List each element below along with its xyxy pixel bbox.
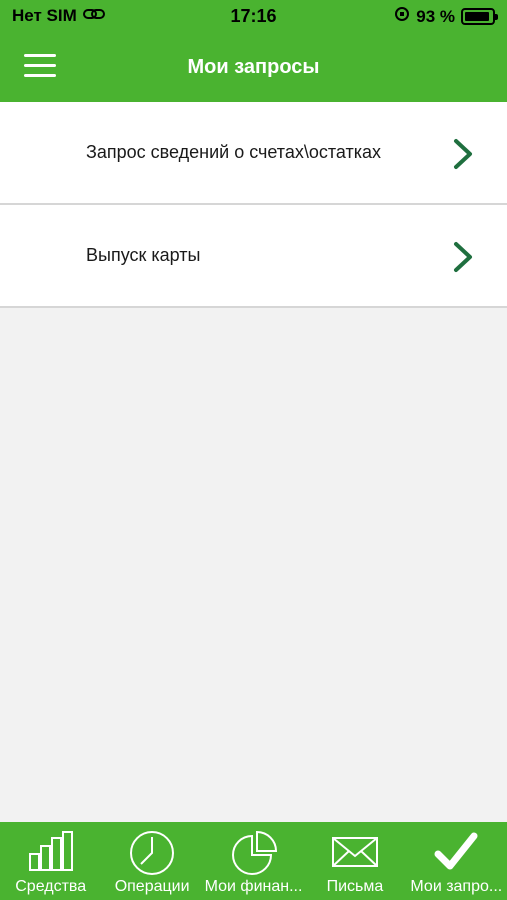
- tab-letters[interactable]: Письма: [304, 822, 405, 900]
- battery-icon: [461, 8, 498, 25]
- tab-label: Мои запро...: [410, 878, 503, 895]
- list-item-label: Запрос сведений о счетах\остатках: [86, 142, 382, 162]
- tab-label: Средства: [15, 878, 87, 895]
- list-item-card-issue[interactable]: Выпуск карты: [0, 205, 507, 308]
- header: Нет SIM 17:16 93 % Мои запросы: [0, 0, 507, 102]
- tab-label: Письма: [326, 878, 384, 895]
- tab-bar: Средства Операции Мои финан... Письма Мо…: [0, 822, 507, 900]
- clock-icon: [130, 831, 175, 875]
- tab-my-finances[interactable]: Мои финан...: [203, 822, 304, 900]
- list-item-label: Выпуск карты: [86, 245, 201, 265]
- chevron-right-icon: [454, 242, 472, 272]
- requests-list: Запрос сведений о счетах\остатках Выпуск…: [0, 102, 507, 308]
- status-bar: Нет SIM 17:16 93 %: [0, 0, 507, 34]
- tab-operations[interactable]: Операции: [101, 822, 202, 900]
- tab-label: Мои финан...: [204, 878, 303, 895]
- tab-my-requests[interactable]: Мои запро...: [406, 822, 507, 900]
- orientation-lock-icon: [394, 6, 410, 27]
- checkmark-icon: [434, 832, 478, 870]
- status-right: 93 %: [394, 6, 498, 27]
- list-item-account-info-request[interactable]: Запрос сведений о счетах\остатках: [0, 102, 507, 205]
- nav-bar: Мои запросы: [0, 34, 507, 102]
- bar-chart-icon: [28, 831, 73, 871]
- chevron-right-icon: [454, 139, 472, 169]
- tab-funds[interactable]: Средства: [0, 822, 101, 900]
- page-title: Мои запросы: [187, 56, 320, 78]
- pie-chart-icon: [231, 830, 277, 875]
- screen: Нет SIM 17:16 93 % Мои запросы Запрос св…: [0, 0, 507, 900]
- tab-label: Операции: [114, 878, 190, 895]
- envelope-icon: [331, 837, 378, 867]
- battery-percent: 93 %: [416, 6, 455, 26]
- battery-fill: [465, 12, 490, 21]
